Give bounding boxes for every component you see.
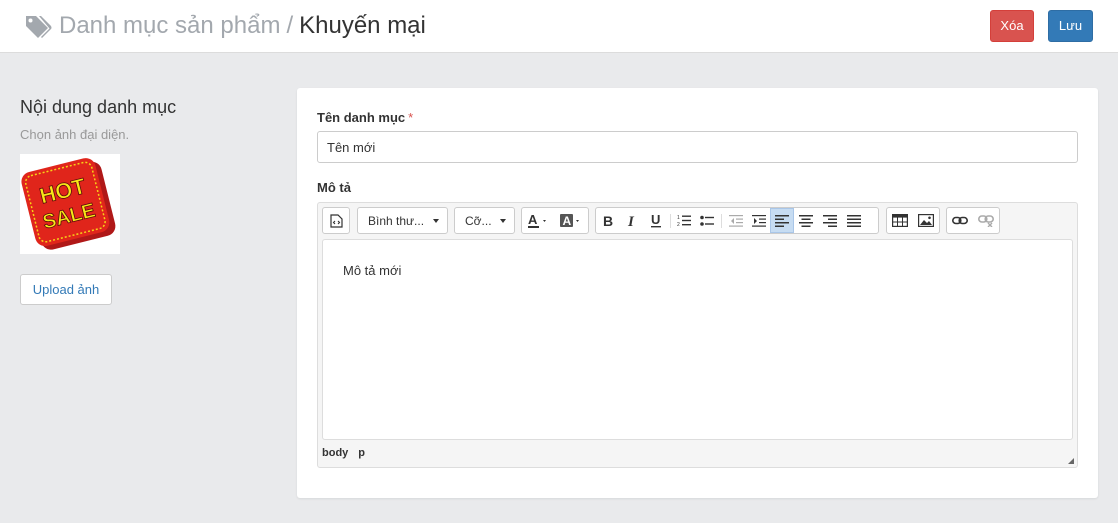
name-label: Tên danh mục *: [317, 110, 413, 125]
insert-image-button[interactable]: [913, 208, 939, 233]
italic-button[interactable]: I: [620, 208, 644, 233]
align-justify-button[interactable]: [842, 208, 866, 233]
unordered-list-button[interactable]: [695, 208, 719, 233]
hot-sale-sticker-image: HOT SALE: [21, 158, 116, 250]
paragraph-style-group: Bình thư...: [357, 207, 448, 234]
insert-group: [886, 207, 940, 234]
unordered-list-icon: [700, 215, 714, 226]
bold-button[interactable]: B: [596, 208, 620, 233]
insert-link-button[interactable]: [947, 208, 973, 233]
background-color-icon: A: [559, 213, 579, 228]
code-view-button[interactable]: [323, 208, 349, 233]
svg-text:B: B: [603, 214, 613, 228]
editor-text[interactable]: Mô tả mới: [343, 263, 401, 278]
background-color-button[interactable]: A: [555, 208, 588, 233]
font-size-dropdown[interactable]: Cỡ...: [455, 208, 514, 233]
name-label-text: Tên danh mục: [317, 110, 406, 125]
chevron-down-icon: [500, 218, 506, 223]
font-color-icon: A: [527, 213, 546, 228]
image-hint: Chọn ảnh đại diện.: [20, 127, 130, 142]
align-left-button[interactable]: [770, 208, 794, 233]
underline-icon: U: [651, 213, 661, 228]
category-form-panel: Tên danh mục* Mô tả Bình thư... Cỡ... A: [297, 88, 1098, 498]
link-group: [946, 207, 1000, 234]
editor-content-area[interactable]: Mô tả mới: [322, 239, 1073, 440]
table-icon: [892, 214, 908, 227]
breadcrumb-parent[interactable]: Danh mục sản phẩm: [59, 12, 280, 39]
italic-icon: I: [627, 214, 635, 228]
svg-text:2: 2: [677, 222, 680, 227]
breadcrumb: Danh mục sản phẩm / Khuyến mại: [59, 12, 426, 40]
path-item-body[interactable]: body: [322, 447, 348, 459]
resize-handle-icon[interactable]: [1068, 458, 1074, 464]
toolbar-divider: [721, 213, 722, 228]
unlink-button[interactable]: [973, 208, 999, 233]
path-item-p[interactable]: p: [358, 447, 365, 459]
link-icon: [952, 216, 968, 224]
toolbar-divider: [670, 213, 671, 228]
font-color-button[interactable]: A: [522, 208, 555, 233]
section-title: Nội dung danh mục: [20, 97, 177, 117]
image-icon: [918, 214, 934, 227]
svg-text:A: A: [562, 214, 571, 228]
code-view-group: [322, 207, 350, 234]
format-group: B I U 12: [595, 207, 879, 234]
align-right-icon: [823, 214, 837, 227]
font-size-value: Cỡ...: [465, 213, 492, 228]
outdent-icon: [728, 214, 743, 227]
insert-table-button[interactable]: [887, 208, 913, 233]
outdent-button[interactable]: [724, 208, 747, 233]
align-center-icon: [799, 214, 813, 227]
upload-image-button[interactable]: Upload ảnh: [20, 274, 112, 305]
svg-text:U: U: [651, 213, 660, 227]
chevron-down-icon: [433, 218, 439, 223]
ordered-list-button[interactable]: 12: [673, 208, 695, 233]
page-header: Danh mục sản phẩm / Khuyến mại Xóa Lưu: [0, 0, 1118, 53]
description-label: Mô tả: [317, 180, 351, 195]
align-justify-icon: [847, 214, 861, 227]
save-button[interactable]: Lưu: [1048, 10, 1093, 42]
breadcrumb-separator: /: [286, 12, 294, 39]
tags-icon: [26, 16, 52, 38]
indent-button[interactable]: [747, 208, 770, 233]
required-marker: *: [408, 110, 414, 125]
align-center-button[interactable]: [794, 208, 818, 233]
category-name-input[interactable]: [317, 131, 1078, 163]
unlink-icon: [978, 214, 994, 227]
align-left-icon: [775, 214, 789, 227]
bold-icon: B: [603, 214, 613, 228]
paragraph-style-dropdown[interactable]: Bình thư...: [358, 208, 447, 233]
delete-button[interactable]: Xóa: [990, 10, 1034, 42]
code-view-icon: [329, 213, 343, 228]
editor-status-bar: body p: [322, 447, 375, 459]
color-group: A A: [521, 207, 589, 234]
ordered-list-icon: 12: [677, 215, 691, 227]
svg-text:A: A: [528, 213, 538, 227]
underline-button[interactable]: U: [644, 208, 668, 233]
paragraph-style-value: Bình thư...: [368, 213, 425, 228]
rich-text-editor: Bình thư... Cỡ... A A B I U 12 Mô tả mới…: [317, 202, 1078, 468]
svg-text:I: I: [627, 214, 635, 228]
breadcrumb-current: Khuyến mại: [299, 12, 426, 39]
align-right-button[interactable]: [818, 208, 842, 233]
svg-text:1: 1: [677, 215, 680, 221]
font-size-group: Cỡ...: [454, 207, 515, 234]
category-image[interactable]: HOT SALE: [20, 154, 120, 254]
editor-toolbar: Bình thư... Cỡ... A A B I U 12: [318, 203, 1077, 239]
indent-icon: [751, 214, 766, 227]
